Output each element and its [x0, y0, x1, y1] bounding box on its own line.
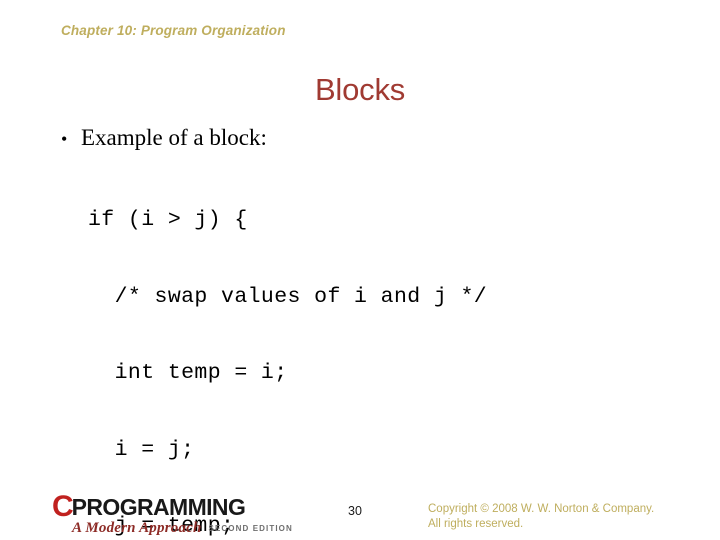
copyright-notice: Copyright © 2008 W. W. Norton & Company.… [428, 502, 708, 531]
bullet-point-icon: • [61, 129, 68, 149]
code-block: if (i > j) { /* swap values of i and j *… [88, 157, 675, 540]
page-number: 30 [348, 504, 362, 518]
code-line: if (i > j) { [88, 208, 248, 232]
logo-edition-label: SECOND EDITION [208, 524, 293, 533]
code-line: /* swap values of i and j */ [88, 284, 488, 309]
copyright-line-2: All rights reserved. [428, 517, 524, 530]
slide-title: Blocks [314, 72, 406, 107]
presentation-slide: Chapter 10: Program Organization Blocks … [0, 0, 720, 540]
slide-footer: CPROGRAMMING A Modern Approach SECOND EDI… [0, 492, 720, 540]
logo-tagline: A Modern Approach [72, 520, 202, 536]
book-logo: CPROGRAMMING A Modern Approach SECOND EDI… [52, 492, 292, 538]
slide-body: • Example of a block: if (i > j) { /* sw… [55, 124, 675, 540]
chapter-header: Chapter 10: Program Organization [61, 23, 286, 38]
bullet-item-label: Example of a block: [81, 125, 267, 150]
code-line: int temp = i; [88, 361, 288, 385]
copyright-line-1: Copyright © 2008 W. W. Norton & Company. [428, 503, 655, 515]
logo-programming-text: PROGRAMMING [71, 494, 246, 520]
logo-subtitle-row: A Modern Approach SECOND EDITION [52, 519, 292, 537]
bullet-item: • Example of a block: [55, 124, 675, 153]
logo-wordmark: CPROGRAMMING [52, 492, 282, 522]
code-line: i = j; [88, 437, 195, 462]
